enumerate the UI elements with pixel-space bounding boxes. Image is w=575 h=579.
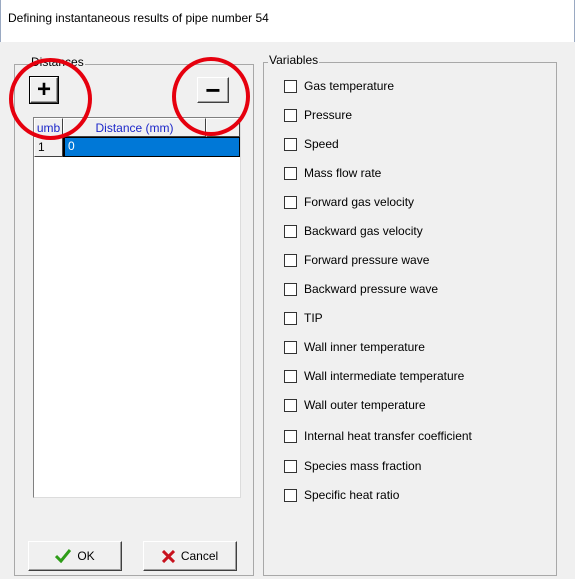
remove-distance-button[interactable]: − [197,77,229,103]
checkbox[interactable] [284,137,297,151]
checkbox[interactable] [284,253,297,267]
minus-icon: − [205,75,221,105]
cancel-label: Cancel [180,549,219,563]
checkbox[interactable] [284,224,297,238]
column-header-number: umb [34,118,63,137]
cancel-button[interactable]: Cancel [143,541,237,571]
variable-tip[interactable]: TIP [284,310,323,326]
variable-backward-gas-velocity[interactable]: Backward gas velocity [284,223,423,239]
checkbox[interactable] [284,311,297,325]
distances-group-label: Distances [30,55,85,69]
checkbox[interactable] [284,166,297,180]
checkbox[interactable] [284,282,297,296]
variable-wall-outer-temperature[interactable]: Wall outer temperature [284,397,426,413]
checkbox[interactable] [284,195,297,209]
title-bar: Defining instantaneous results of pipe n… [0,0,575,42]
variable-wall-intermediate-temperature[interactable]: Wall intermediate temperature [284,368,464,384]
plus-icon: + [36,76,51,103]
checkbox[interactable] [284,459,297,473]
checkbox[interactable] [284,398,297,412]
distances-table[interactable]: umb Distance (mm) 1 0 [33,117,241,498]
variable-wall-inner-temperature[interactable]: Wall inner temperature [284,339,425,355]
checkbox[interactable] [284,369,297,383]
column-header-distance: Distance (mm) [63,118,206,137]
row-header-1[interactable]: 1 [34,137,63,157]
add-distance-button[interactable]: + [29,76,59,104]
variable-pressure[interactable]: Pressure [284,107,352,123]
checkbox[interactable] [284,488,297,502]
checkbox[interactable] [284,340,297,354]
checkbox[interactable] [284,79,297,93]
variable-mass-flow-rate[interactable]: Mass flow rate [284,165,381,181]
window-title: Defining instantaneous results of pipe n… [8,11,269,25]
variable-internal-heat-transfer-coefficient[interactable]: Internal heat transfer coefficient [284,428,472,444]
variable-forward-gas-velocity[interactable]: Forward gas velocity [284,194,414,210]
variables-group-label: Variables [268,53,320,67]
checkbox[interactable] [284,429,297,443]
distance-cell-1[interactable]: 0 [63,137,240,157]
check-icon [55,549,72,563]
variable-speed[interactable]: Speed [284,136,339,152]
variable-specific-heat-ratio[interactable]: Specific heat ratio [284,487,399,503]
ok-label: OK [77,549,95,563]
x-icon [161,549,175,563]
variable-species-mass-fraction[interactable]: Species mass fraction [284,458,421,474]
variable-gas-temperature[interactable]: Gas temperature [284,78,394,94]
variable-forward-pressure-wave[interactable]: Forward pressure wave [284,252,429,268]
ok-button[interactable]: OK [28,541,122,571]
variable-backward-pressure-wave[interactable]: Backward pressure wave [284,281,438,297]
column-header-empty [206,118,240,137]
checkbox[interactable] [284,108,297,122]
